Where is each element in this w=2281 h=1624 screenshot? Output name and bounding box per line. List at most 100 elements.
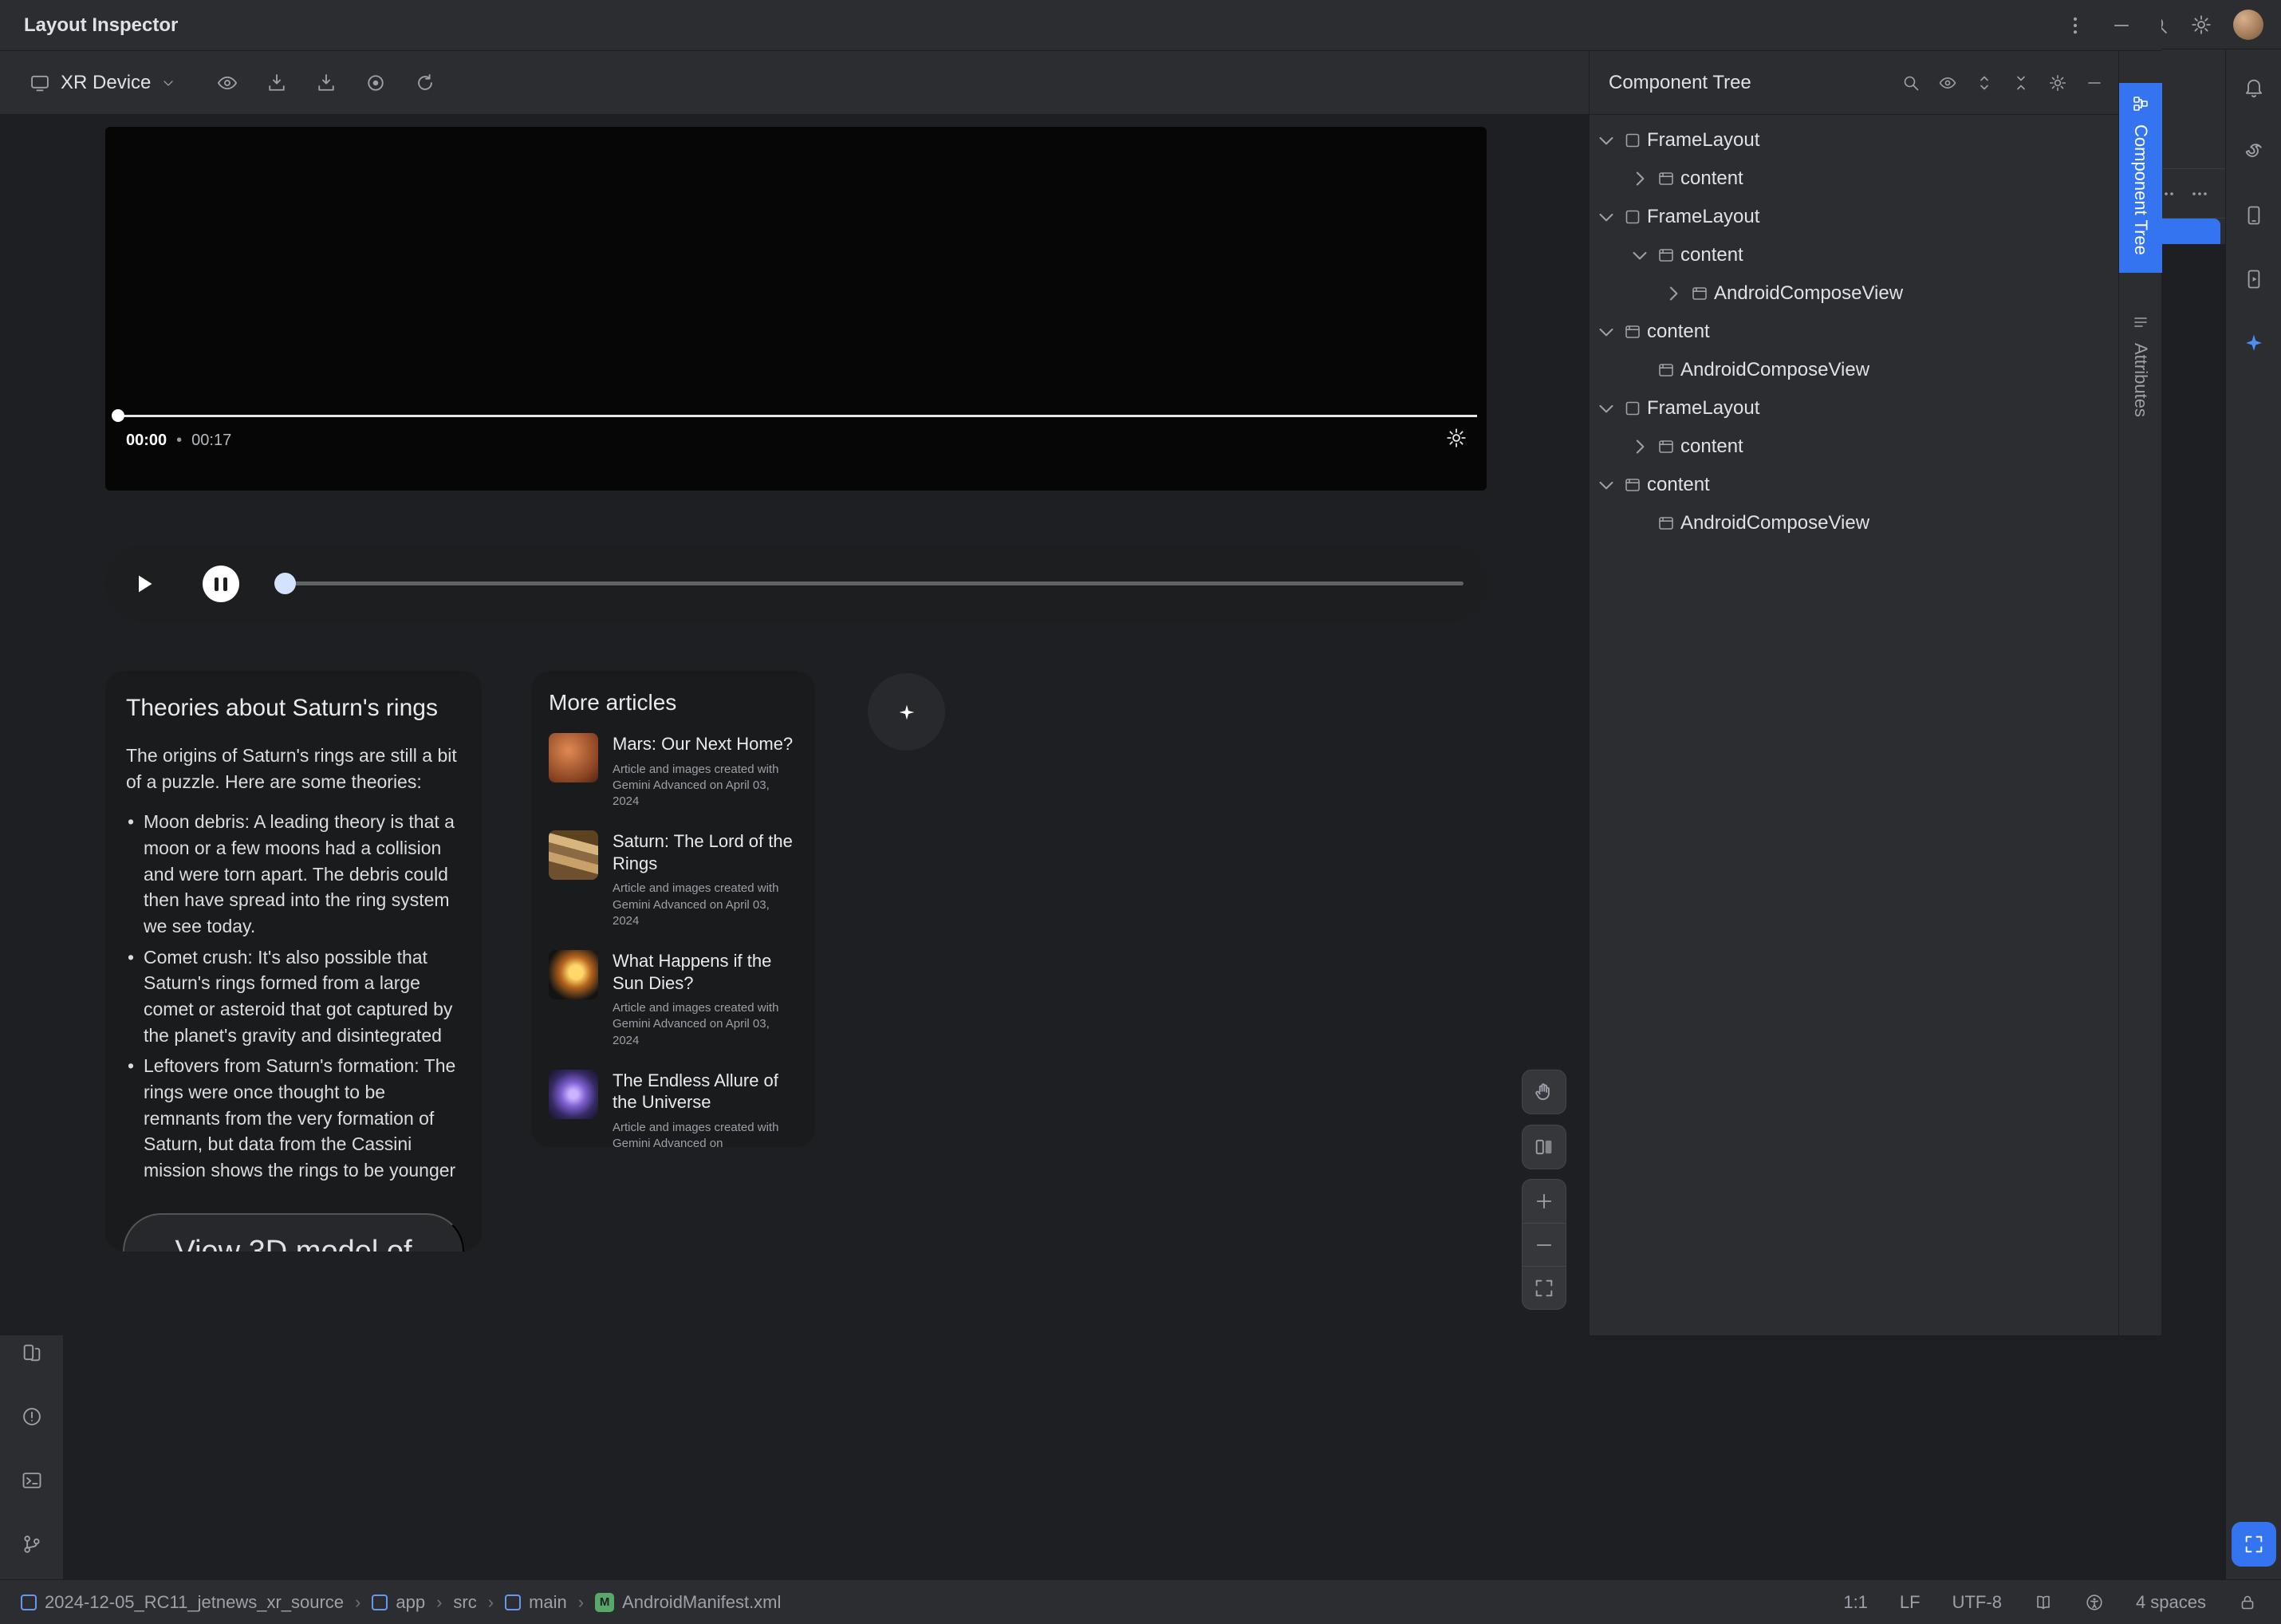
view-options-icon[interactable] [216,72,238,94]
running-devices-icon [2243,268,2265,290]
device-mirroring-button[interactable] [10,1330,54,1375]
tree-search-icon[interactable] [1901,73,1921,93]
video-progress-bar[interactable] [116,415,1477,417]
view-icon [1657,246,1676,265]
expander-icon[interactable] [1594,128,1618,152]
expander-icon[interactable] [1628,243,1652,267]
readonly-lock-icon[interactable] [2238,1593,2257,1612]
article-item-sun[interactable]: What Happens if the Sun Dies? Article and… [549,950,798,1049]
expand-all-icon[interactable] [1975,73,1994,93]
component-tree-node-content-8[interactable]: content [1590,428,2118,466]
accessibility-icon[interactable] [2085,1593,2104,1612]
layer-mode-button[interactable] [1522,1125,1566,1169]
zoom-in-button[interactable] [1523,1180,1566,1223]
table-options-icon[interactable] [2190,184,2209,203]
file-encoding[interactable]: UTF-8 [1952,1592,2002,1613]
refresh-icon[interactable] [414,72,436,94]
problems-tool-button[interactable] [10,1394,54,1439]
seek-slider-thumb[interactable] [274,573,296,594]
user-avatar[interactable] [2233,9,2263,40]
layout-inspector-header: Layout Inspector [0,0,2161,51]
pause-button[interactable] [203,566,239,602]
expander-icon[interactable] [1628,167,1652,191]
collapse-all-icon[interactable] [2011,73,2031,93]
expander-icon[interactable] [1594,473,1618,497]
breadcrumb-src[interactable]: src [453,1592,476,1613]
spatial-star-icon [896,701,918,723]
article-item-mars[interactable]: Mars: Our Next Home? Article and images c… [549,733,798,810]
component-tree-rows: FrameLayout content FrameLayout content Andr… [1590,115,2118,542]
inspector-options-icon[interactable] [2064,14,2086,37]
expander-icon[interactable] [1594,205,1618,229]
view-3d-model-button[interactable]: View 3D model of [123,1213,464,1252]
video-progress-thumb[interactable] [112,409,124,422]
notifications-button[interactable] [2232,65,2276,110]
device-mirror-icon [21,1342,43,1364]
xr-spatial-button[interactable] [868,673,945,751]
breadcrumb-main[interactable]: main [505,1592,567,1613]
side-tab-component-tree[interactable]: Component Tree [2119,83,2162,273]
expander-icon[interactable] [1661,282,1685,305]
layout-inspector-toolbar: XR Device [0,51,1589,115]
component-tree-node-content-9[interactable]: content [1590,466,2118,504]
line-separator[interactable]: LF [1900,1592,1921,1613]
hide-tree-icon[interactable] [2085,73,2104,93]
component-tree-node-framelayout-7[interactable]: FrameLayout [1590,389,2118,428]
side-tab-attributes[interactable]: Attributes [2119,302,2162,429]
expander-icon[interactable] [1594,396,1618,420]
breadcrumb-app[interactable]: app [372,1592,425,1613]
hide-inspector-icon[interactable] [2110,14,2133,37]
expander-icon[interactable] [1628,435,1652,459]
theories-intro: The origins of Saturn's rings are still … [126,745,457,792]
tree-filter-icon[interactable] [1938,73,1957,93]
component-tree-node-androidcomposeview-10[interactable]: AndroidComposeView [1590,504,2118,542]
terminal-tool-button[interactable] [10,1458,54,1503]
video-player[interactable]: 00:00 • 00:17 [105,127,1487,491]
breadcrumb-2024-12-05-rc11-jetnews-xr-source[interactable]: 2024-12-05_RC11_jetnews_xr_source [21,1592,344,1613]
gradle-tool-button[interactable] [2232,129,2276,174]
component-tree-node-content-1[interactable]: content [1590,160,2118,198]
theory-bullet: Moon debris: A leading theory is that a … [126,809,461,939]
component-tree-node-framelayout-0[interactable]: FrameLayout [1590,121,2118,160]
video-settings-icon[interactable] [1445,427,1467,449]
view-icon [1657,361,1676,380]
seek-slider-track[interactable] [285,581,1464,585]
zoom-fit-button[interactable] [1523,1266,1566,1309]
pan-mode-button[interactable] [1522,1070,1566,1114]
reader-mode-icon[interactable] [2034,1593,2053,1612]
tree-settings-icon[interactable] [2048,73,2067,93]
article-item-galaxy[interactable]: The Endless Allure of the Universe Articl… [549,1069,798,1147]
settings-icon[interactable] [2190,14,2212,36]
expander-icon[interactable] [1594,320,1618,344]
breadcrumb-androidmanifest-xml[interactable]: M AndroidManifest.xml [595,1592,781,1613]
view-icon [1623,475,1642,495]
view-icon [1690,284,1709,303]
live-updates-icon[interactable] [364,72,387,94]
component-tree-node-androidcomposeview-4[interactable]: AndroidComposeView [1590,274,2118,313]
running-devices-tool-button[interactable] [2232,257,2276,302]
component-tree-node-framelayout-2[interactable]: FrameLayout [1590,198,2118,236]
device-manager-tool-button[interactable] [2232,193,2276,238]
video-time-current: 00:00 [126,432,167,449]
indent-setting[interactable]: 4 spaces [2136,1592,2206,1613]
article-item-saturn[interactable]: Saturn: The Lord of the Rings Article and… [549,830,798,929]
component-tree-node-content-5[interactable]: content [1590,313,2118,351]
device-frame-icon [29,72,51,94]
inspector-device-selector[interactable]: XR Device [29,72,176,94]
version-control-tool-button[interactable] [10,1522,54,1567]
zoom-out-button[interactable] [1523,1223,1566,1266]
device-manager-icon [2243,204,2265,227]
caret-position[interactable]: 1:1 [1843,1592,1868,1613]
component-tree-node-content-3[interactable]: content [1590,236,2118,274]
layout-inspector-tool-button[interactable] [2231,1522,2276,1567]
layout-inspector-canvas[interactable]: 00:00 • 00:17 Theories about Saturn's ri… [0,115,1589,1335]
gemini-tool-button[interactable] [2232,321,2276,365]
import-snapshot-icon[interactable] [315,72,337,94]
theories-card: Theories about Saturn's rings The origin… [105,671,482,1252]
status-bar-right: 1:1 LF UTF-8 4 spaces [1843,1592,2257,1613]
play-button[interactable] [129,570,158,598]
component-tree-node-androidcomposeview-6[interactable]: AndroidComposeView [1590,351,2118,389]
export-snapshot-icon[interactable] [266,72,288,94]
fit-screen-icon [1533,1277,1555,1299]
framelayout-icon [1623,399,1642,418]
